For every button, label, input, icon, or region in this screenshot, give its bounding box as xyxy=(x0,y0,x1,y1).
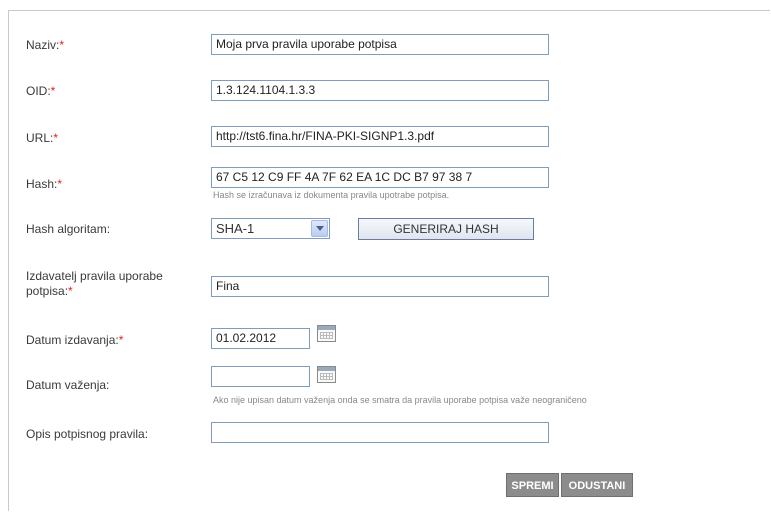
calendar-icon[interactable] xyxy=(317,325,336,342)
save-button[interactable]: SPREMI xyxy=(506,473,559,497)
required-marker: * xyxy=(59,38,65,52)
hash-algorithm-select[interactable]: SHA-1 xyxy=(211,218,330,239)
hash-hint: Hash se izračunava iz dokumenta pravila … xyxy=(213,190,450,200)
hash-algorithm-value: SHA-1 xyxy=(216,221,255,236)
izdavatelj-label: Izdavatelj pravila uporabe potpisa:* xyxy=(26,269,163,298)
cancel-button[interactable]: ODUSTANI xyxy=(561,473,633,497)
datum-vazenja-hint: Ako nije upisan datum važenja onda se sm… xyxy=(213,395,587,405)
oid-label: OID:* xyxy=(26,84,56,98)
chevron-down-icon[interactable] xyxy=(311,220,328,237)
url-input[interactable]: http://tst6.fina.hr/FINA-PKI-SIGNP1.3.pd… xyxy=(211,126,549,147)
required-marker: * xyxy=(118,333,124,347)
datum-izdavanja-label: Datum izdavanja:* xyxy=(26,333,124,347)
datum-vazenja-input[interactable] xyxy=(211,366,310,387)
required-marker: * xyxy=(53,131,59,145)
url-label: URL:* xyxy=(26,131,59,145)
datum-vazenja-label: Datum važenja: xyxy=(26,378,110,392)
hash-input[interactable]: 67 C5 12 C9 FF 4A 7F 62 EA 1C DC B7 97 3… xyxy=(211,167,549,188)
naziv-input[interactable]: Moja prva pravila uporabe potpisa xyxy=(211,34,549,55)
generate-hash-button[interactable]: GENERIRAJ HASH xyxy=(358,218,534,240)
datum-izdavanja-input[interactable]: 01.02.2012 xyxy=(211,328,310,349)
required-marker: * xyxy=(68,284,73,298)
hash-algoritam-label: Hash algoritam: xyxy=(26,222,111,236)
opis-input[interactable] xyxy=(211,422,549,443)
opis-label: Opis potpisnog pravila: xyxy=(26,427,149,441)
hash-label: Hash:* xyxy=(26,177,63,191)
required-marker: * xyxy=(57,177,63,191)
calendar-icon[interactable] xyxy=(317,366,336,383)
naziv-label: Naziv:* xyxy=(26,38,65,52)
izdavatelj-input[interactable]: Fina xyxy=(211,276,549,297)
required-marker: * xyxy=(50,84,56,98)
oid-input[interactable]: 1.3.124.1104.1.3.3 xyxy=(211,80,549,101)
